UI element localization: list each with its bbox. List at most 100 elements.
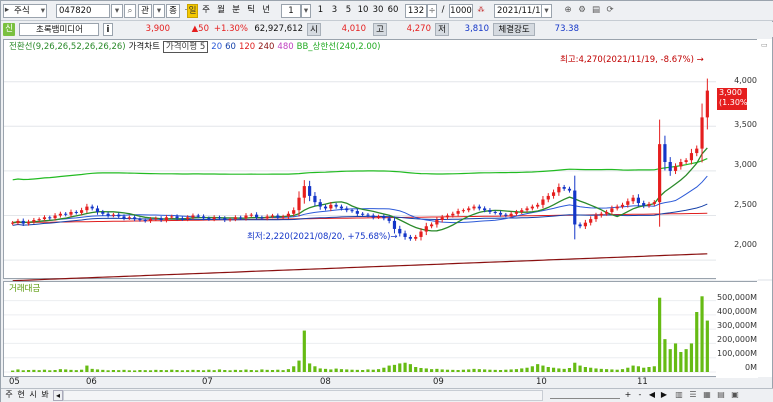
period-tick[interactable]: 틱: [245, 4, 257, 18]
candle: [562, 186, 566, 189]
zoom-slider[interactable]: [550, 393, 620, 399]
volume-bar: [387, 365, 391, 372]
period-minute[interactable]: 분: [230, 4, 242, 18]
interval-60[interactable]: 60: [386, 4, 400, 18]
volume-chart[interactable]: [4, 282, 716, 378]
volume-bar: [626, 367, 630, 372]
price-tick: 2,500: [734, 200, 757, 209]
volume-bar: [541, 365, 545, 372]
candle: [323, 206, 328, 209]
volume-bar: [679, 352, 683, 372]
volume-bar: [605, 369, 609, 372]
prev-button[interactable]: ◀: [647, 390, 657, 401]
list-icon[interactable]: ☰: [687, 390, 699, 401]
price-pane: 전환선(9,26,26,52,26,26,26) 가격차트 가격이평 5 20 60 12…: [3, 39, 758, 282]
volume-bar: [414, 367, 418, 372]
candle: [334, 204, 338, 207]
search-icon[interactable]: ⌕: [124, 4, 136, 18]
count-input[interactable]: 132: [405, 4, 427, 18]
candle: [217, 217, 222, 219]
month-label: 05: [9, 377, 20, 387]
period-year[interactable]: 년: [260, 4, 272, 18]
period-week[interactable]: 주: [200, 4, 212, 18]
grid-view-icon[interactable]: ▦: [701, 390, 713, 401]
period-icon[interactable]: 일: [187, 4, 198, 18]
tab-hyeon[interactable]: 현: [15, 390, 27, 401]
volume-bar: [392, 364, 397, 372]
volume-bar: [164, 370, 169, 372]
candle: [133, 217, 137, 220]
table-icon[interactable]: ▤: [715, 390, 727, 401]
interval-3[interactable]: 3: [329, 4, 340, 18]
volume-bar: [58, 369, 62, 372]
right-scrollbar[interactable]: ▭: [757, 39, 772, 279]
candle: [392, 220, 397, 229]
next-button[interactable]: ▶: [659, 390, 669, 401]
settings-icon[interactable]: ⚙: [576, 4, 588, 18]
grid-icon[interactable]: ⁂: [475, 4, 487, 18]
volume-bar: [32, 369, 36, 372]
candle: [366, 214, 370, 216]
price-change: ▲50: [191, 24, 209, 34]
volume-bar: [127, 370, 131, 372]
count-stepper[interactable]: ÷: [427, 4, 437, 18]
multiplier-input[interactable]: 1: [281, 4, 301, 18]
candle: [308, 186, 312, 196]
ham-button[interactable]: 종: [166, 4, 180, 18]
save-icon[interactable]: ▤: [590, 4, 602, 18]
info-button[interactable]: i: [103, 23, 113, 36]
volume-pane: 거래대금 500,000M 400,000M 300,000M 200,000M…: [3, 281, 758, 378]
code-input[interactable]: 047820: [56, 4, 110, 18]
candle: [615, 206, 619, 209]
volume-bar: [514, 369, 519, 372]
code-dropdown[interactable]: ▾: [111, 4, 123, 18]
scroll-left-button[interactable]: ◂: [53, 390, 63, 401]
multiplier-dropdown[interactable]: ▾: [301, 4, 311, 18]
volume-tick: 0M: [745, 363, 757, 372]
current-price: 3,900: [145, 24, 170, 34]
volume-bar: [170, 369, 174, 372]
candle: [228, 219, 232, 221]
candle: [382, 216, 386, 219]
volume-bar: [440, 369, 444, 372]
horizontal-scrollbar[interactable]: [63, 390, 543, 401]
gwan-button[interactable]: 관: [138, 4, 152, 18]
tab-ju[interactable]: 주: [3, 390, 15, 401]
volume-bar: [239, 370, 243, 372]
candle: [498, 212, 503, 215]
candle: [255, 214, 259, 218]
candle: [445, 215, 450, 218]
volume-bar: [329, 369, 333, 372]
zoom-out-button[interactable]: -: [635, 390, 645, 401]
volume-bar: [207, 369, 211, 372]
gwan-dropdown[interactable]: ▾: [153, 4, 165, 18]
interval-1[interactable]: 1: [315, 4, 326, 18]
volume-tick: 400,000M: [717, 307, 757, 316]
candle: [599, 213, 603, 216]
volume-bar: [292, 366, 296, 372]
candle: [85, 206, 89, 211]
candle: [37, 219, 41, 221]
zoom-in-button[interactable]: +: [623, 390, 633, 401]
refresh-icon[interactable]: ⟳: [604, 4, 616, 18]
date-dropdown[interactable]: ▾: [541, 4, 552, 18]
candle: [610, 208, 614, 212]
total-input[interactable]: 1000: [449, 4, 473, 18]
collapse-icon[interactable]: ▭: [761, 41, 768, 49]
tab-bwa[interactable]: 봐: [39, 390, 51, 401]
zoom-icon[interactable]: ⊕: [562, 4, 574, 18]
volume-bar: [371, 369, 375, 372]
interval-10[interactable]: 10: [356, 4, 370, 18]
info-bar: 신 초록뱀미디어 i 3,900 ▲50 +1.30% 62,927,612 시…: [1, 22, 773, 37]
interval-30[interactable]: 30: [371, 4, 385, 18]
period-month[interactable]: 월: [215, 4, 227, 18]
candle: [32, 220, 36, 222]
candle: [164, 217, 169, 220]
interval-5[interactable]: 5: [343, 4, 354, 18]
tab-si[interactable]: 시: [27, 390, 39, 401]
bar-chart-icon[interactable]: ▥: [673, 390, 685, 401]
volume-scrollbar[interactable]: [757, 281, 772, 377]
candlestick-chart[interactable]: [4, 40, 716, 282]
candle: [419, 231, 423, 237]
layout-icon[interactable]: ▣: [729, 390, 741, 401]
